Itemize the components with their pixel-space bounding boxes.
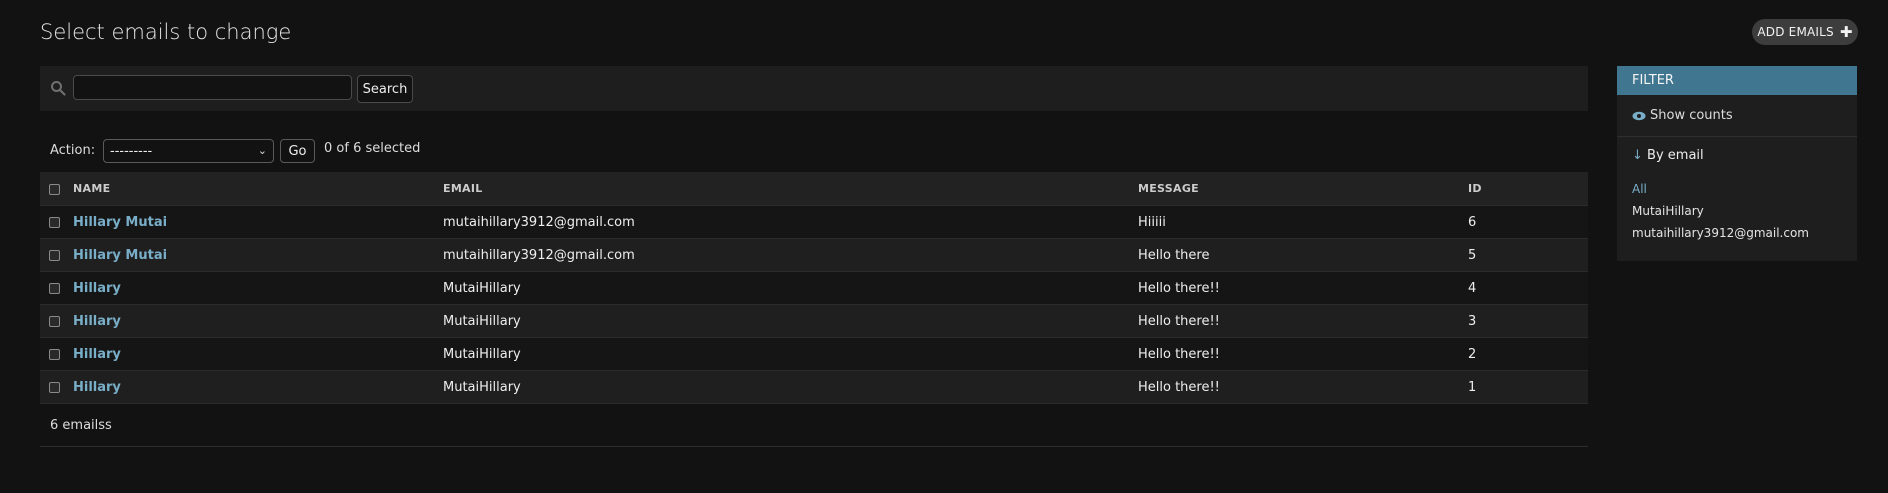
name-link[interactable]: Hillary [73,347,121,362]
id-cell: 5 [1468,238,1588,272]
chevron-down-icon: ⌄ [257,144,267,157]
divider [40,446,1588,447]
name-link[interactable]: Hillary Mutai [73,248,167,263]
table-header-row: NAME EMAIL MESSAGE ID [40,172,1588,206]
table-row: Hillary MutaiHillary Hello there!! 3 [40,304,1588,338]
name-link[interactable]: Hillary [73,281,121,296]
table-row: Hillary Mutai mutaihillary3912@gmail.com… [40,205,1588,239]
id-cell: 3 [1468,304,1588,338]
row-checkbox[interactable] [49,216,60,228]
action-select[interactable]: --------- ⌄ [103,139,274,163]
id-cell: 4 [1468,271,1588,305]
show-counts-link[interactable]: Show counts [1632,108,1733,123]
show-counts-label: Show counts [1650,108,1733,123]
table-row: Hillary Mutai mutaihillary3912@gmail.com… [40,238,1588,272]
page-title: Select emails to change [40,20,292,44]
results-table: NAME EMAIL MESSAGE ID Hillary Mutai muta… [40,172,1588,404]
email-cell: mutaihillary3912@gmail.com [443,238,1138,272]
message-cell: Hello there!! [1138,370,1468,404]
message-cell: Hiiiii [1138,205,1468,239]
id-cell: 1 [1468,370,1588,404]
column-header-email[interactable]: EMAIL [443,172,1138,206]
row-checkbox[interactable] [49,249,60,261]
name-link[interactable]: Hillary [73,314,121,329]
table-row: Hillary MutaiHillary Hello there!! 2 [40,337,1588,371]
id-cell: 2 [1468,337,1588,371]
filter-option-all[interactable]: All [1632,178,1809,200]
row-checkbox[interactable] [49,315,60,327]
table-row: Hillary MutaiHillary Hello there!! 1 [40,370,1588,404]
email-cell: MutaiHillary [443,271,1138,305]
add-emails-label: ADD EMAILS [1757,25,1834,39]
filter-options: All MutaiHillary mutaihillary3912@gmail.… [1632,178,1809,244]
message-cell: Hello there!! [1138,271,1468,305]
add-emails-button[interactable]: ADD EMAILS ✚ [1752,19,1858,45]
result-count: 6 emailss [50,418,112,433]
select-all-checkbox[interactable] [49,183,60,195]
email-cell: MutaiHillary [443,304,1138,338]
eye-icon [1632,111,1646,120]
message-cell: Hello there!! [1138,304,1468,338]
email-cell: mutaihillary3912@gmail.com [443,205,1138,239]
go-button[interactable]: Go [280,139,315,163]
row-checkbox[interactable] [49,348,60,360]
action-label: Action: [50,143,96,158]
plus-icon: ✚ [1839,22,1853,41]
actions-bar: Action: --------- ⌄ Go 0 of 6 selected [40,139,1588,163]
column-header-message[interactable]: MESSAGE [1138,172,1468,206]
message-cell: Hello there!! [1138,337,1468,371]
divider [1617,136,1857,137]
filter-title: FILTER [1617,66,1857,95]
row-checkbox[interactable] [49,282,60,294]
by-email-heading[interactable]: ↓ By email [1632,148,1704,163]
name-link[interactable]: Hillary [73,380,121,395]
search-button[interactable]: Search [357,75,413,103]
row-checkbox[interactable] [49,381,60,393]
arrow-down-icon: ↓ [1632,148,1643,163]
by-email-label: By email [1647,148,1704,163]
email-cell: MutaiHillary [443,370,1138,404]
search-icon [51,81,66,96]
name-link[interactable]: Hillary Mutai [73,215,167,230]
filter-option-gmail[interactable]: mutaihillary3912@gmail.com [1632,222,1809,244]
column-header-name[interactable]: NAME [73,172,443,206]
table-row: Hillary MutaiHillary Hello there!! 4 [40,271,1588,305]
id-cell: 6 [1468,205,1588,239]
message-cell: Hello there [1138,238,1468,272]
filter-option-mutaihillary[interactable]: MutaiHillary [1632,200,1809,222]
search-toolbar: Search [40,66,1588,111]
action-select-value: --------- [110,143,153,159]
filter-panel: FILTER Show counts ↓ By email All MutaiH… [1617,66,1857,261]
search-input[interactable] [73,75,352,100]
column-header-id[interactable]: ID [1468,172,1588,206]
email-cell: MutaiHillary [443,337,1138,371]
selection-counter: 0 of 6 selected [324,141,421,156]
